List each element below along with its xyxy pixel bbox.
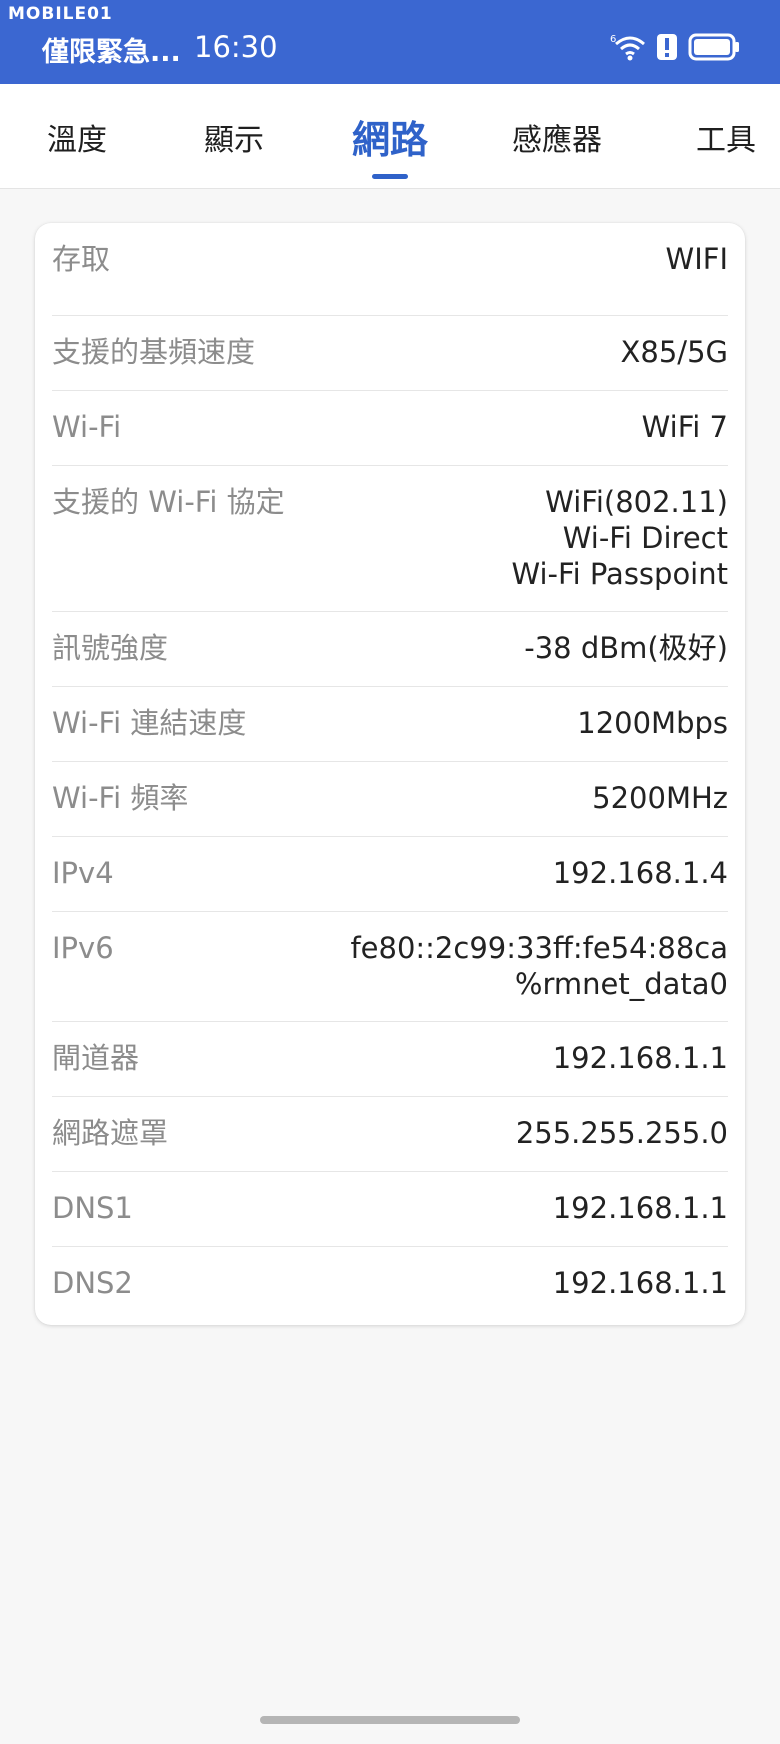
info-row-baseband: 支援的基頻速度 X85/5G	[52, 316, 728, 391]
info-row-frequency: Wi-Fi 頻率 5200MHz	[52, 762, 728, 837]
svg-text:6: 6	[610, 34, 616, 45]
row-label: Wi-Fi 連結速度	[52, 706, 247, 740]
row-label: DNS2	[52, 1266, 133, 1300]
row-label: 支援的 Wi-Fi 協定	[52, 485, 285, 519]
row-label: IPv4	[52, 856, 114, 890]
row-value: 192.168.1.1	[552, 1041, 728, 1075]
row-label: 訊號強度	[52, 631, 169, 665]
row-label: DNS1	[52, 1191, 133, 1225]
row-label: 網路遮罩	[52, 1116, 169, 1150]
network-info-card: 存取 WIFI 支援的基頻速度 X85/5G Wi-Fi WiFi 7 支援的 …	[35, 223, 745, 1325]
status-bar: MOBILE01 僅限緊急... 16:30 6	[0, 0, 780, 84]
home-indicator[interactable]	[260, 1716, 520, 1724]
row-label: Wi-Fi	[52, 410, 122, 444]
notification-text: 僅限緊急...	[42, 37, 181, 68]
info-row-wifi-protocols: 支援的 Wi-Fi 協定 WiFi(802.11) Wi-Fi Direct W…	[52, 466, 728, 612]
row-value: -38 dBm(极好)	[524, 631, 728, 665]
row-value: WiFi(802.11) Wi-Fi Direct Wi-Fi Passpoin…	[511, 485, 728, 591]
row-value: WiFi 7	[641, 410, 728, 444]
info-row-ipv6: IPv6 fe80::2c99:33ff:fe54:88ca %rmnet_da…	[52, 912, 728, 1022]
info-row-wifi: Wi-Fi WiFi 7	[52, 391, 728, 466]
alert-icon	[656, 33, 678, 61]
info-row-dns2: DNS2 192.168.1.1	[52, 1247, 728, 1322]
row-value: fe80::2c99:33ff:fe54:88ca %rmnet_data0	[350, 931, 728, 1001]
watermark-logo: MOBILE01	[8, 4, 113, 24]
info-row-gateway: 閘道器 192.168.1.1	[52, 1022, 728, 1097]
info-row-ipv4: IPv4 192.168.1.4	[52, 837, 728, 912]
status-icons: 6	[610, 32, 740, 62]
row-value: 192.168.1.4	[552, 856, 728, 890]
tab-temperature[interactable]: 溫度	[47, 84, 107, 189]
info-row-dns1: DNS1 192.168.1.1	[52, 1172, 728, 1247]
info-row-link-speed: Wi-Fi 連結速度 1200Mbps	[52, 687, 728, 762]
row-label: 支援的基頻速度	[52, 335, 256, 369]
info-row-signal-strength: 訊號強度 -38 dBm(极好)	[52, 612, 728, 687]
row-label: 閘道器	[52, 1041, 140, 1075]
wifi-6-icon: 6	[610, 32, 646, 62]
row-value: 5200MHz	[592, 781, 728, 815]
row-value: X85/5G	[620, 335, 728, 369]
info-row-netmask: 網路遮罩 255.255.255.0	[52, 1097, 728, 1172]
row-value: 192.168.1.1	[552, 1266, 728, 1300]
status-time: 16:30	[194, 30, 278, 64]
row-value: WIFI	[665, 242, 728, 276]
tab-sensors[interactable]: 感應器	[512, 84, 602, 189]
tab-tools[interactable]: 工具	[696, 84, 756, 189]
row-label: IPv6	[52, 931, 114, 965]
row-value: 255.255.255.0	[515, 1116, 728, 1150]
row-value: 192.168.1.1	[552, 1191, 728, 1225]
row-label: 存取	[52, 242, 111, 276]
tab-display[interactable]: 顯示	[204, 84, 264, 189]
info-row-access: 存取 WIFI	[52, 223, 728, 316]
active-tab-indicator	[372, 174, 408, 179]
row-value: 1200Mbps	[577, 706, 728, 740]
battery-icon	[688, 33, 740, 61]
row-label: Wi-Fi 頻率	[52, 781, 189, 815]
